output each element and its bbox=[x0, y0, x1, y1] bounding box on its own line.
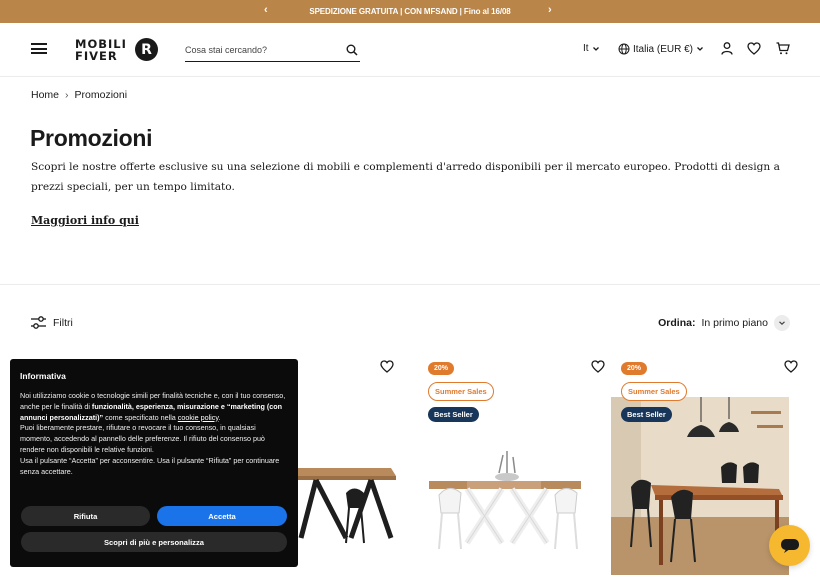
breadcrumb-home[interactable]: Home bbox=[31, 89, 59, 101]
filters-button[interactable]: Filtri bbox=[31, 316, 73, 329]
breadcrumb-current: Promozioni bbox=[74, 89, 128, 101]
breadcrumb: Home › Promozioni bbox=[31, 89, 127, 101]
refuse-button[interactable]: Rifiuta bbox=[21, 506, 150, 526]
cookie-text: Usa il pulsante “Accetta” per acconsenti… bbox=[20, 455, 280, 476]
cookie-banner: Informativa Noi utilizziamo cookie o tec… bbox=[10, 359, 298, 567]
bestseller-badge: Best Seller bbox=[428, 407, 479, 422]
chevron-down-icon bbox=[697, 47, 703, 51]
announcement-next-icon[interactable]: › bbox=[548, 4, 552, 16]
announcement-text[interactable]: SPEDIZIONE GRATUITA | CON MFSAND | Fino … bbox=[309, 7, 510, 16]
accept-button[interactable]: Accetta bbox=[157, 506, 287, 526]
globe-icon bbox=[618, 43, 630, 55]
customize-button[interactable]: Scopri di più e personalizza bbox=[21, 532, 287, 552]
more-info-link[interactable]: Maggiori info qui bbox=[31, 214, 139, 227]
announcement-bar: ‹ SPEDIZIONE GRATUITA | CON MFSAND | Fin… bbox=[0, 0, 820, 23]
menu-icon[interactable] bbox=[31, 43, 47, 54]
sort-value: In primo piano bbox=[701, 317, 768, 329]
bestseller-badge: Best Seller bbox=[621, 407, 672, 422]
discount-badge: 20% bbox=[621, 362, 648, 375]
announcement-prev-icon[interactable]: ‹ bbox=[264, 4, 268, 16]
sort-label: Ordina: bbox=[658, 317, 696, 329]
search-icon[interactable] bbox=[346, 44, 358, 56]
product-image[interactable] bbox=[427, 443, 587, 563]
wishlist-heart-icon[interactable] bbox=[784, 360, 798, 373]
wishlist-heart-icon[interactable] bbox=[747, 42, 761, 55]
chat-button[interactable] bbox=[769, 525, 810, 566]
product-card[interactable]: 20% Summer Sales Best Seller bbox=[427, 358, 607, 577]
filter-sliders-icon bbox=[31, 316, 46, 329]
breadcrumb-separator: › bbox=[65, 89, 69, 101]
sort-dropdown[interactable]: Ordina: In primo piano bbox=[658, 315, 790, 331]
promo-tag: Summer Sales bbox=[428, 382, 494, 401]
site-header: MOBILI FIVER R It Italia (EUR €) bbox=[0, 23, 820, 77]
cookie-text: . bbox=[218, 412, 221, 422]
cookie-text: Puoi liberamente prestare, rifiutare o r… bbox=[20, 423, 265, 454]
search-bar bbox=[185, 40, 360, 62]
page-title: Promozioni bbox=[30, 125, 153, 151]
cookie-banner-title: Informativa bbox=[20, 371, 66, 381]
search-input[interactable] bbox=[185, 40, 340, 60]
site-logo[interactable]: MOBILI FIVER R bbox=[75, 38, 159, 64]
logo-badge-icon: R bbox=[135, 38, 158, 61]
promo-tag: Summer Sales bbox=[621, 382, 687, 401]
cart-icon[interactable] bbox=[776, 42, 790, 55]
page-description: Scopri le nostre offerte esclusive su un… bbox=[31, 161, 780, 193]
wishlist-heart-icon[interactable] bbox=[591, 360, 605, 373]
logo-text-bottom: FIVER bbox=[75, 49, 118, 63]
region-label: Italia (EUR €) bbox=[633, 43, 694, 55]
filters-label: Filtri bbox=[53, 316, 73, 329]
language-selector[interactable]: It bbox=[583, 43, 600, 54]
discount-badge: 20% bbox=[428, 362, 455, 375]
language-label: It bbox=[583, 43, 589, 54]
product-image[interactable] bbox=[611, 397, 789, 575]
cookie-banner-text: Noi utilizziamo cookie o tecnologie simi… bbox=[20, 391, 288, 477]
chevron-down-icon bbox=[592, 46, 599, 51]
chevron-down-icon bbox=[774, 315, 790, 331]
region-selector[interactable]: Italia (EUR €) bbox=[618, 43, 704, 55]
chat-bubble-icon bbox=[780, 538, 799, 553]
account-icon[interactable] bbox=[721, 42, 733, 55]
wishlist-heart-icon[interactable] bbox=[380, 360, 394, 373]
section-divider bbox=[0, 284, 820, 285]
cookie-policy-link[interactable]: cookie policy bbox=[178, 413, 219, 422]
cookie-text: come specificato nella bbox=[103, 412, 178, 422]
